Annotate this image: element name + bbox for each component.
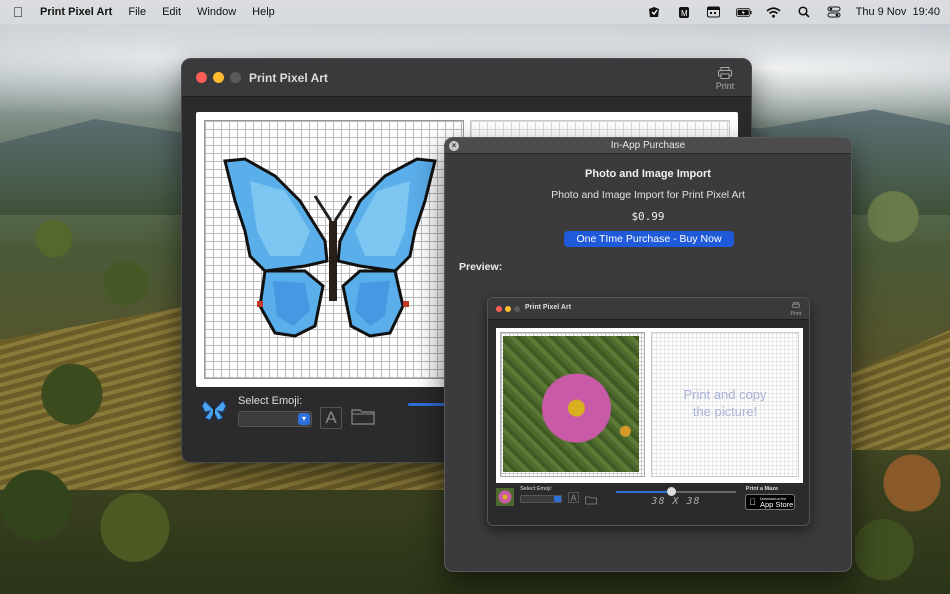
menu-window[interactable]: Window [189,6,244,18]
menu-app-name[interactable]: Print Pixel Art [36,6,120,18]
preview-flower-thumb [496,488,514,506]
status-area: M Thu 9 Nov 19:40 [646,0,940,24]
menu-help[interactable]: Help [244,6,283,18]
folder-icon[interactable] [351,407,375,427]
iap-price: $0.99 [631,210,665,223]
emoji-select[interactable]: ▾ [238,411,312,427]
preview-label: Preview: [459,261,503,273]
iap-titlebar: × In-App Purchase [445,138,851,154]
preview-print-label: Print [790,311,801,317]
preview-overlay-text: Print and copy the picture! [651,386,799,420]
wifi-icon[interactable] [766,5,782,19]
folder-icon [585,492,597,505]
trees-left [0,150,180,594]
trees-right [855,150,950,594]
buy-now-button[interactable]: One TIme Purchase - Buy Now [564,231,734,247]
flower-pixel-image [503,336,639,472]
chevron-down-icon [554,496,561,502]
preview-bottom-toolbar: Select Emoji: A 38 X 38 Print a Maze  D… [496,486,803,524]
menu-edit[interactable]: Edit [154,6,189,18]
preview-titlebar: Print Pixel Art Print [488,298,809,320]
preview-screenshot: Print Pixel Art Print Print and copy the… [487,297,810,526]
shortcuts-icon[interactable]: M [676,5,692,19]
calendar-icon[interactable] [706,5,722,19]
battery-icon[interactable] [735,5,752,19]
close-button[interactable] [196,72,207,83]
printer-icon [791,302,800,308]
preview-select-emoji-label: Select Emoji: [520,486,553,492]
iap-window-title: In-App Purchase [610,140,686,151]
menu-file[interactable]: File [120,6,154,18]
menu-bar:  Print Pixel Art File Edit Window Help … [0,0,950,24]
window-titlebar: Print Pixel Art Print [182,59,751,97]
preview-close-dot [496,306,502,312]
search-icon[interactable] [796,5,812,19]
preview-zoom-dot [514,306,520,312]
preview-maze-label: Print a Maze [745,486,778,492]
apple-logo-icon[interactable]:  [0,4,36,20]
chevron-down-icon: ▾ [298,413,310,425]
preview-slider-fill [616,491,672,493]
pixel-grid-left[interactable] [204,120,464,379]
menu-clock[interactable]: Thu 9 Nov 19:40 [856,6,940,18]
iap-description: Photo and Image Import for Print Pixel A… [551,189,745,201]
minimize-button[interactable] [213,72,224,83]
svg-text:M: M [681,9,688,18]
in-app-purchase-window: × In-App Purchase Photo and Image Import… [444,137,852,572]
print-label: Print [715,81,735,91]
preview-title: Print Pixel Art [525,304,572,311]
zoom-button[interactable] [230,72,241,83]
grid-size-slider[interactable] [408,403,448,406]
stash-icon[interactable] [646,5,662,19]
printer-icon [718,67,732,79]
font-button[interactable]: A [320,407,342,429]
preview-slider-knob [667,487,677,496]
window-title: Print Pixel Art [249,71,328,85]
preview-minimize-dot [505,306,511,312]
preview-emoji-select [520,495,562,503]
selected-emoji-butterfly-icon[interactable] [201,398,227,428]
app-store-badge:  Download on the App Store [745,494,795,510]
preview-overlay-line1: Print and copy [683,387,767,402]
preview-font-button: A [568,492,579,503]
control-center-icon[interactable] [826,5,842,19]
select-emoji-label: Select Emoji: [238,395,303,407]
preview-overlay-line2: the picture! [692,404,758,419]
butterfly-pixel-art [223,157,437,338]
print-button[interactable]: Print [713,67,737,91]
iap-heading: Photo and Image Import [585,168,711,180]
preview-print: Print [791,302,801,317]
appstore-big-text: App Store [760,500,794,509]
preview-grid-size: 38 X 38 [651,496,701,507]
preview-canvas: Print and copy the picture! [496,328,803,483]
apple-logo-icon:  [749,498,756,507]
